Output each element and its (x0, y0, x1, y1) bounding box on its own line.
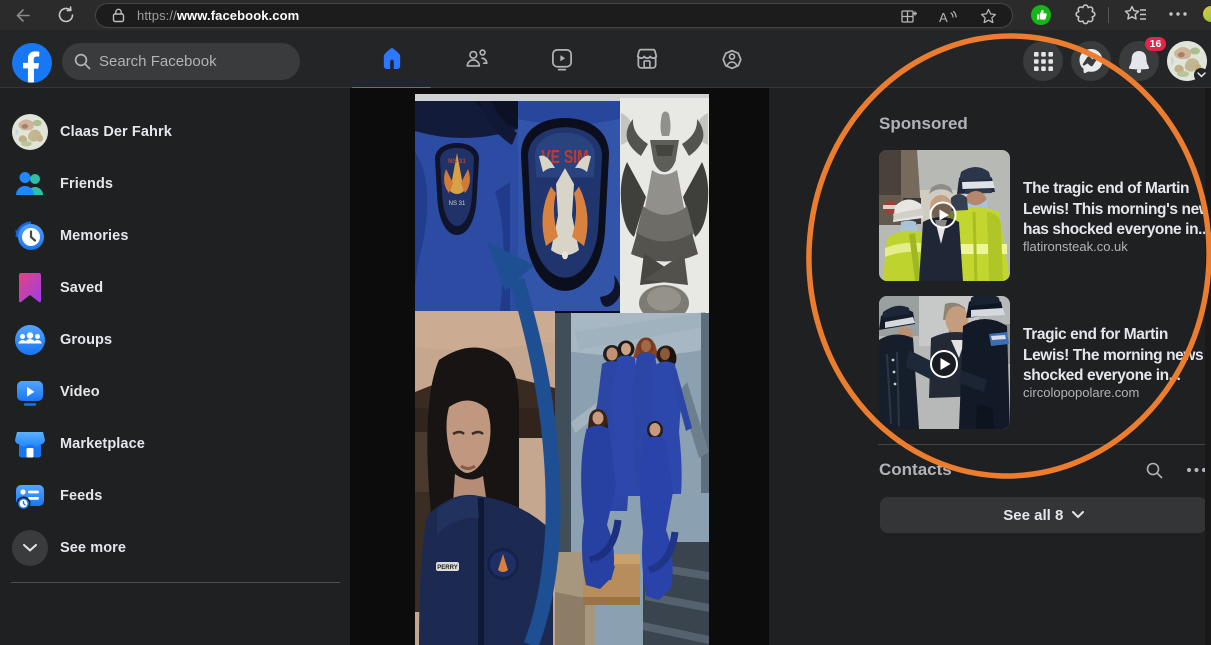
svg-text:PERRY: PERRY (437, 565, 457, 571)
svg-text:A: A (939, 10, 948, 25)
svg-text:NS 31: NS 31 (448, 158, 466, 165)
svg-text:NS 31: NS 31 (449, 201, 466, 207)
